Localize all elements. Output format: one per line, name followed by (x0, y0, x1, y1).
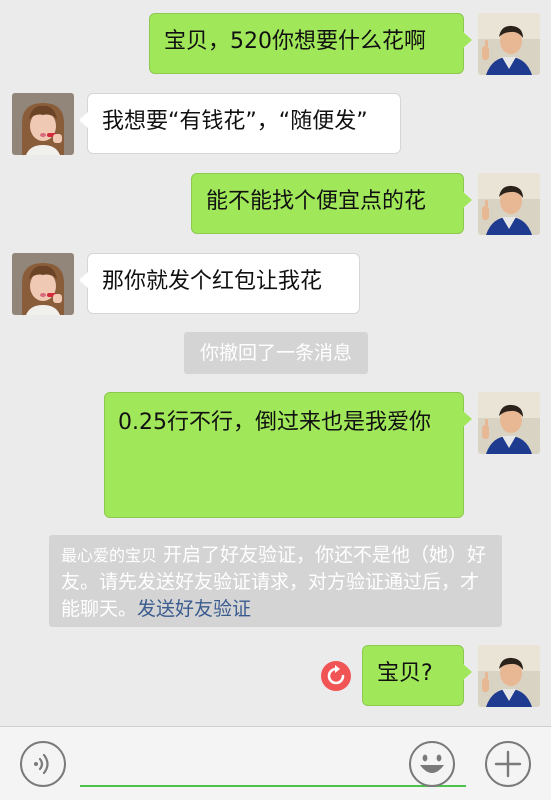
contact-nickname: 最心爱的宝贝 (61, 546, 158, 565)
message-text: 那你就发个红包让我花 (102, 269, 323, 294)
message-text: 宝贝? (377, 661, 433, 686)
message-bubble-received[interactable]: 那你就发个红包让我花 (79, 253, 360, 314)
send-verification-link[interactable]: 发送好友验证 (137, 598, 251, 620)
message-bubble-received[interactable]: 我想要“有钱花”，“随便发” (79, 93, 401, 154)
message-text: 宝贝，520你想要什么花啊 (164, 29, 426, 54)
friend-verification-notice: 最心爱的宝贝 开启了好友验证，你还不是他（她）好友。请先发送好友验证请求，对方验… (49, 535, 502, 627)
male-avatar[interactable] (478, 392, 540, 454)
message-text: 能不能找个便宜点的花 (206, 189, 427, 214)
message-text: 我想要“有钱花”，“随便发” (102, 109, 368, 134)
resend-icon[interactable] (321, 661, 351, 691)
message-bubble-sent[interactable]: 0.25行不行，倒过来也是我爱你 (104, 392, 472, 518)
female-avatar[interactable] (12, 93, 74, 155)
plus-icon[interactable] (484, 740, 532, 788)
message-bubble-sent[interactable]: 宝贝，520你想要什么花啊 (149, 13, 472, 74)
voice-icon[interactable] (19, 740, 67, 788)
emoji-icon[interactable] (408, 740, 456, 788)
message-bubble-sent[interactable]: 能不能找个便宜点的花 (191, 173, 472, 234)
recall-notice-text: 你撤回了一条消息 (199, 342, 352, 364)
input-toolbar (0, 726, 551, 800)
message-bubble-sent[interactable]: 宝贝? (362, 645, 472, 706)
message-text: 0.25行不行，倒过来也是我爱你 (118, 410, 431, 435)
male-avatar[interactable] (478, 645, 540, 707)
female-avatar[interactable] (12, 253, 74, 315)
recall-notice: 你撤回了一条消息 (184, 332, 368, 374)
male-avatar[interactable] (478, 173, 540, 235)
male-avatar[interactable] (478, 13, 540, 75)
